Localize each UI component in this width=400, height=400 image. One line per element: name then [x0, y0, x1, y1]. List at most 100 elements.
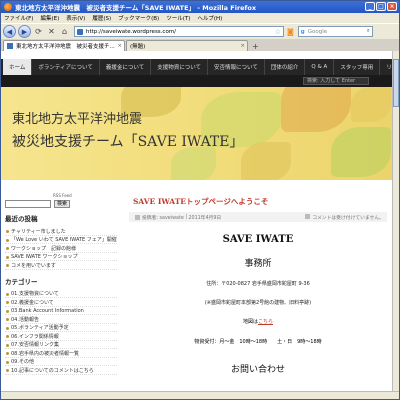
site-nav-supplies[interactable]: 支援物資について: [151, 59, 209, 75]
comments-text: コメントは受け付けていません。: [312, 215, 384, 221]
web-page: ホーム ボランティアについて 義援金について 支援物資について 安否情報について…: [1, 51, 392, 391]
site-nav-qa[interactable]: Q & A: [305, 59, 335, 75]
sidebar-search: 検索: [5, 200, 117, 208]
banner-title-line2: 被災地支援チーム「SAVE IWATE」: [12, 134, 244, 150]
post-date: 2011年4月9日: [188, 215, 222, 221]
menu-history[interactable]: 履歴(S): [92, 14, 111, 22]
site-nav-safety[interactable]: 安否情報について: [208, 59, 265, 75]
home-icon[interactable]: ⌂: [59, 26, 70, 37]
browser-window: 東北地方太平洋沖地震 被災者支援チーム「SAVE IWATE」 - Mozill…: [0, 0, 400, 400]
site-nav-volunteer[interactable]: ボランティアについて: [32, 59, 100, 75]
search-engine-box[interactable]: g Google ⌕: [297, 26, 373, 37]
tab-label: 東北地方太平洋沖地震 被災者支援チ...: [16, 44, 115, 50]
office-address: 住所：〒020-0827 岩手県盛岡市鉈屋町 9-36: [206, 281, 310, 287]
categories-heading: カテゴリー: [5, 277, 38, 286]
site-nav-about[interactable]: 団体の紹介: [265, 59, 306, 75]
leaf-decoration: [241, 142, 291, 180]
recent-post-link[interactable]: ワークショップ 記録の館様: [5, 244, 117, 253]
site-nav-links[interactable]: リンク: [380, 59, 392, 75]
recent-post-link[interactable]: コメを用いでいます: [5, 261, 117, 270]
menu-tools[interactable]: ツール(T): [166, 14, 190, 22]
site-navigation: ホーム ボランティアについて 義援金について 支援物資について 安否情報について…: [1, 59, 392, 75]
category-link[interactable]: 07.安否情報リンク集: [5, 341, 117, 349]
site-search-bar: 検索: 入力して Enter: [1, 75, 392, 87]
stop-icon[interactable]: ✕: [46, 26, 57, 37]
recent-post-link[interactable]: 「We Love いわて SAVE IWATE フェア」開催: [5, 236, 117, 244]
site-header-banner: 東北地方太平洋沖地震 被災地支援チーム「SAVE IWATE」: [1, 87, 392, 180]
categories-list: 01.支援物資について 02.義援金について 03.Bank Account I…: [5, 290, 117, 375]
post-author[interactable]: 投稿者: saveiwate: [142, 214, 184, 221]
recent-post-link[interactable]: チャリティー市しました: [5, 227, 117, 236]
category-link[interactable]: 09.その他: [5, 358, 117, 366]
horizontal-scrollbar[interactable]: [1, 391, 399, 399]
sidebar-search-input[interactable]: [5, 200, 51, 208]
category-link[interactable]: 01.支援物資について: [5, 290, 117, 298]
back-arrow-icon[interactable]: ◀: [3, 25, 16, 38]
tab-untitled[interactable]: (無題) ×: [126, 40, 248, 51]
tab-bar: 東北地方太平洋沖地震 被災者支援チ... × (無題) × +: [1, 39, 399, 51]
leaf-decoration: [171, 147, 216, 180]
vertical-scrollbar[interactable]: [392, 51, 399, 391]
menu-bookmarks[interactable]: ブックマーク(B): [118, 14, 159, 22]
site-search-input[interactable]: 検索: 入力して Enter: [303, 77, 369, 85]
category-link[interactable]: 04.活動報告: [5, 315, 117, 324]
close-tab-icon[interactable]: ×: [240, 43, 245, 49]
search-placeholder: Google: [307, 28, 328, 35]
reception-hours: 物資受付：月～金 10時～18時 土・日 9時～18時: [194, 339, 322, 345]
close-button[interactable]: ×: [387, 2, 397, 11]
menu-view[interactable]: 表示(V): [66, 14, 85, 22]
category-link[interactable]: 05.ボランティア活動予定: [5, 324, 117, 332]
recent-posts-list: チャリティー市しました 「We Love いわて SAVE IWATE フェア」…: [5, 227, 117, 270]
menu-file[interactable]: ファイル(F): [4, 14, 33, 22]
rss-feed-link[interactable]: RSS Feed: [53, 193, 117, 198]
site-nav-home[interactable]: ホーム: [3, 59, 33, 75]
menu-edit[interactable]: 編集(E): [40, 14, 59, 22]
post-body: SAVE IWATE 事務所 住所：〒020-0827 岩手県盛岡市鉈屋町 9-…: [129, 234, 387, 375]
rss-feed-icon[interactable]: ◙: [287, 28, 294, 36]
leaf-decoration: [281, 87, 351, 132]
category-link[interactable]: 03.Bank Account Information: [5, 307, 117, 315]
minimize-button[interactable]: _: [365, 2, 375, 11]
map-link[interactable]: こちら: [258, 319, 273, 325]
url-bar[interactable]: http://saveiwate.wordpress.com/ ☆: [74, 26, 284, 37]
navigation-toolbar: ◀ ▶ ⟳ ✕ ⌂ http://saveiwate.wordpress.com…: [1, 23, 399, 39]
menu-help[interactable]: ヘルプ(H): [197, 14, 222, 22]
menu-bar: ファイル(F) 編集(E) 表示(V) 履歴(S) ブックマーク(B) ツール(…: [1, 13, 399, 23]
forward-arrow-icon[interactable]: ▶: [18, 25, 31, 38]
site-nav-staff[interactable]: スタッフ専用: [334, 59, 381, 75]
site-favicon-icon: [77, 28, 83, 35]
comment-icon: [305, 213, 311, 219]
title-bar[interactable]: 東北地方太平洋沖地震 被災者支援チーム「SAVE IWATE」 - Mozill…: [1, 1, 399, 13]
category-link[interactable]: 06.インフラ関係情報: [5, 332, 117, 341]
category-link[interactable]: 02.義援金について: [5, 298, 117, 307]
reload-icon[interactable]: ⟳: [33, 26, 44, 37]
map-label: 地図は: [242, 319, 258, 325]
category-link[interactable]: 10.記事についてのコメントはこちら: [5, 366, 117, 375]
url-text: http://saveiwate.wordpress.com/: [86, 28, 177, 35]
maximize-button[interactable]: □: [376, 2, 386, 11]
tab-save-iwate[interactable]: 東北地方太平洋沖地震 被災者支援チ... ×: [3, 40, 125, 51]
post-heading: SAVE IWATE: [222, 234, 294, 245]
post-meta: 投稿者: saveiwate | 2011年4月9日 コメントは受け付けていませ…: [129, 212, 387, 222]
leaf-decoration: [331, 127, 391, 177]
site-nav-donation[interactable]: 義援金について: [100, 59, 152, 75]
tab-favicon-icon: [7, 43, 13, 49]
tab-label: (無題): [130, 44, 146, 50]
banner-title-line1: 東北地方太平洋沖地震: [12, 112, 143, 127]
recent-post-link[interactable]: SAVE IWATE ワークショップ: [5, 253, 117, 261]
address-note: (※盛岡市鉈屋町本部第2号館の建物、旧料亭跡): [204, 300, 312, 306]
scrollbar-thumb[interactable]: [393, 59, 399, 107]
map-line: 地図はこちら: [129, 318, 387, 325]
author-icon: [135, 214, 140, 220]
contact-heading: お問い合わせ: [230, 365, 285, 375]
search-icon[interactable]: ⌕: [367, 28, 370, 35]
sidebar-search-button[interactable]: 検索: [54, 200, 71, 208]
new-tab-icon[interactable]: +: [252, 42, 259, 51]
category-link[interactable]: 08.岩手県内の被災者情報一覧: [5, 349, 117, 358]
post-title[interactable]: SAVE IWATEトップページへようこそ: [133, 196, 387, 207]
leaf-decoration: [351, 87, 391, 122]
firefox-icon: [4, 3, 12, 11]
main-content: SAVE IWATEトップページへようこそ 投稿者: saveiwate | 2…: [129, 188, 387, 375]
bookmark-star-icon[interactable]: ☆: [275, 28, 281, 36]
close-tab-icon[interactable]: ×: [117, 43, 122, 49]
